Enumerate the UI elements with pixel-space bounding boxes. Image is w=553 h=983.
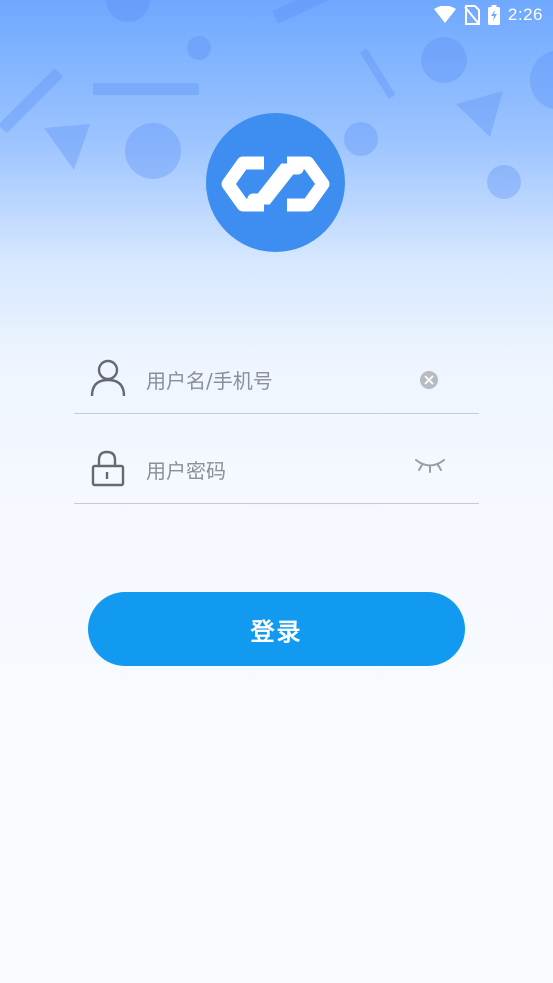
link-hexagon-logo-icon	[206, 113, 345, 252]
login-button-label: 登录	[250, 617, 303, 646]
username-field	[74, 323, 479, 414]
battery-charging-icon	[487, 5, 500, 25]
login-button[interactable]: 登录	[88, 592, 465, 666]
clear-icon[interactable]	[419, 370, 439, 390]
password-field	[74, 413, 479, 504]
user-icon	[90, 359, 126, 397]
status-bar: 2:26	[0, 0, 553, 30]
username-input[interactable]	[146, 365, 406, 397]
no-sim-icon	[464, 5, 480, 25]
wifi-icon	[433, 6, 456, 24]
eye-closed-icon[interactable]	[414, 457, 446, 473]
status-time: 2:26	[507, 5, 543, 24]
app-logo	[206, 113, 345, 252]
password-input[interactable]	[146, 455, 406, 487]
lock-icon	[90, 449, 126, 487]
